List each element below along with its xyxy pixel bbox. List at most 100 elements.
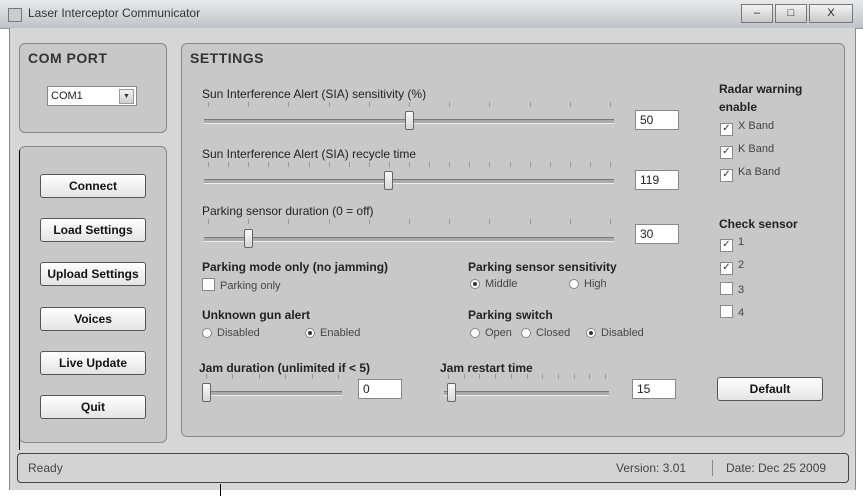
slider-ticks	[204, 219, 614, 224]
sia-recycle-slider-thumb[interactable]	[384, 171, 394, 190]
connect-button[interactable]: Connect	[40, 174, 146, 198]
checkbox-box[interactable]: ✓	[720, 262, 733, 275]
maximize-button[interactable]: □	[775, 4, 807, 23]
checkbox-box[interactable]	[720, 282, 733, 295]
jam-restart-label: Jam restart time	[440, 361, 533, 375]
disabled-label: Disabled	[601, 327, 644, 339]
slider-tick	[258, 374, 260, 379]
minimize-button[interactable]: –	[741, 4, 773, 23]
jam-duration-slider-thumb[interactable]	[202, 383, 211, 402]
sia-recycle-track[interactable]	[204, 179, 614, 184]
slider-tick	[448, 374, 449, 379]
radio-dot[interactable]	[470, 279, 480, 289]
status-text: Ready	[28, 461, 63, 475]
slider-ticks	[444, 374, 609, 379]
slider-tick	[285, 374, 287, 379]
sensor-4-checkbox[interactable]: 4	[720, 305, 744, 319]
slider-tick	[529, 162, 531, 167]
sensor-3-checkbox[interactable]: 3	[720, 282, 744, 296]
load-settings-button[interactable]: Load Settings	[40, 218, 146, 242]
slider-tick	[248, 102, 250, 107]
slider-tick	[605, 374, 606, 379]
jam-duration-input[interactable]: 0	[358, 379, 402, 399]
ka-band-checkbox[interactable]: ✓ Ka Band	[720, 166, 780, 182]
status-separator	[712, 460, 713, 476]
sensitivity-high-radio[interactable]: High	[569, 278, 607, 290]
switch-open-radio[interactable]: Open	[470, 327, 512, 339]
quit-button[interactable]: Quit	[40, 395, 146, 419]
parking-sensitivity-label: Parking sensor sensitivity	[468, 260, 617, 274]
slider-tick	[429, 162, 431, 167]
slider-tick	[495, 374, 497, 379]
parking-duration-slider-thumb[interactable]	[244, 229, 254, 248]
slider-tick	[208, 102, 209, 107]
x-band-checkbox[interactable]: ✓ X Band	[720, 120, 774, 136]
slider-tick	[463, 374, 465, 379]
voices-button[interactable]: Voices	[40, 307, 146, 331]
sensor-2-label: 2	[738, 259, 745, 271]
parking-only-checkbox[interactable]: Parking only	[202, 278, 281, 292]
parking-switch-label: Parking switch	[468, 308, 553, 322]
slider-tick	[610, 102, 611, 107]
unknown-gun-disabled-radio[interactable]: Disabled	[202, 327, 260, 339]
jam-restart-input[interactable]: 15	[632, 379, 676, 399]
slider-tick	[557, 374, 559, 379]
jam-restart-slider-thumb[interactable]	[447, 383, 457, 402]
comport-value: COM1	[51, 90, 83, 102]
slider-tick	[328, 102, 330, 107]
chevron-down-icon[interactable]: ▼	[119, 89, 134, 104]
slider-tick	[248, 219, 250, 224]
checkbox-box[interactable]	[202, 278, 215, 291]
sensor-2-checkbox[interactable]: ✓ 2	[720, 259, 744, 275]
upload-settings-button[interactable]: Upload Settings	[40, 262, 146, 286]
switch-disabled-radio[interactable]: Disabled	[586, 327, 644, 339]
sensor-1-checkbox[interactable]: ✓ 1	[720, 236, 744, 252]
unknown-gun-enabled-radio[interactable]: Enabled	[305, 327, 360, 339]
parking-duration-track[interactable]	[204, 237, 614, 242]
annotation-line	[19, 150, 20, 450]
comport-select[interactable]: COM1 ▼	[47, 86, 137, 106]
radio-dot[interactable]	[569, 279, 579, 289]
radar-warning-label: Radar warning	[719, 82, 803, 96]
check-sensor-label: Check sensor	[719, 217, 798, 231]
slider-tick	[288, 162, 290, 167]
jam-duration-track[interactable]	[202, 391, 342, 396]
checkbox-box[interactable]	[720, 305, 733, 318]
checkbox-box[interactable]: ✓	[720, 123, 733, 136]
status-bar: Ready Version: 3.01 Date: Dec 25 2009	[17, 453, 849, 483]
radio-dot[interactable]	[305, 328, 315, 338]
radio-dot[interactable]	[202, 328, 212, 338]
radio-dot[interactable]	[470, 328, 480, 338]
k-band-checkbox[interactable]: ✓ K Band	[720, 143, 774, 159]
slider-tick	[288, 219, 290, 224]
live-update-button[interactable]: Live Update	[40, 351, 146, 375]
radar-enable-label: enable	[719, 100, 758, 114]
slider-tick	[449, 219, 451, 224]
checkbox-box[interactable]: ✓	[720, 146, 733, 159]
version-text: Version: 3.01	[616, 461, 687, 475]
sia-recycle-input[interactable]: 119	[635, 170, 679, 190]
sia-sensitivity-input[interactable]: 50	[635, 110, 679, 130]
title-bar: Laser Interceptor Communicator – □ X	[0, 0, 863, 29]
radio-dot[interactable]	[586, 328, 596, 338]
slider-ticks	[204, 102, 614, 107]
close-button[interactable]: X	[809, 4, 853, 23]
default-button[interactable]: Default	[717, 377, 823, 401]
comport-panel: COM PORT COM1 ▼	[19, 43, 167, 133]
k-band-label: K Band	[738, 143, 775, 155]
jam-restart-track[interactable]	[444, 391, 609, 396]
slider-tick	[573, 374, 575, 379]
settings-heading: SETTINGS	[190, 50, 265, 66]
checkbox-box[interactable]: ✓	[720, 169, 733, 182]
sia-recycle-label: Sun Interference Alert (SIA) recycle tim…	[202, 147, 417, 161]
switch-closed-radio[interactable]: Closed	[521, 327, 570, 339]
sia-sensitivity-slider-thumb[interactable]	[404, 111, 414, 130]
slider-tick	[368, 219, 370, 224]
parking-duration-label: Parking sensor duration (0 = off)	[202, 204, 374, 218]
checkbox-box[interactable]: ✓	[720, 239, 733, 252]
slider-tick	[489, 219, 491, 224]
parking-duration-input[interactable]: 30	[635, 224, 679, 244]
slider-tick	[589, 374, 591, 379]
sensitivity-middle-radio[interactable]: Middle	[470, 278, 517, 290]
radio-dot[interactable]	[521, 328, 531, 338]
